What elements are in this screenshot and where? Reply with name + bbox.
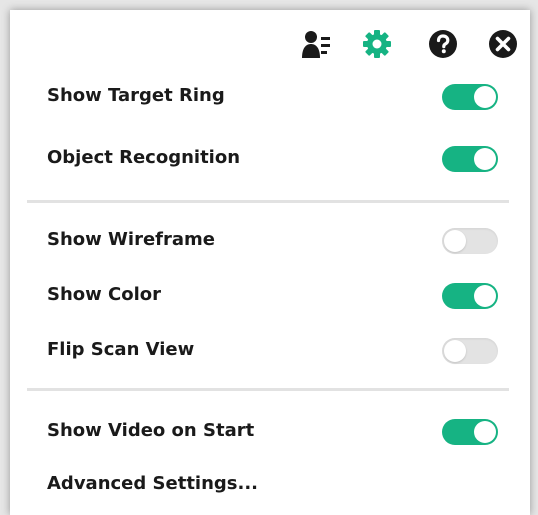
setting-row-show-color: Show Color (47, 275, 498, 315)
toggle-knob (444, 230, 466, 252)
flip-scan-view-label: Flip Scan View (47, 339, 195, 360)
toggle-knob (474, 148, 496, 170)
show-wireframe-toggle[interactable] (442, 228, 498, 254)
setting-row-flip-scan-view: Flip Scan View (47, 330, 498, 370)
setting-row-show-target-ring: Show Target Ring (47, 76, 498, 116)
show-video-on-start-label: Show Video on Start (47, 420, 255, 441)
toolbar (290, 26, 530, 62)
help-icon[interactable] (425, 26, 461, 62)
show-color-label: Show Color (47, 284, 162, 305)
show-target-ring-label: Show Target Ring (47, 85, 225, 106)
show-wireframe-label: Show Wireframe (47, 229, 215, 250)
toggle-knob (474, 86, 496, 108)
window-background: Show Target Ring Object Recognition Show… (0, 0, 538, 515)
setting-row-show-video-on-start: Show Video on Start (47, 411, 498, 451)
setting-row-show-wireframe: Show Wireframe (47, 220, 498, 260)
show-target-ring-toggle[interactable] (442, 84, 498, 110)
toggle-knob (474, 285, 496, 307)
advanced-settings-link[interactable]: Advanced Settings... (47, 464, 258, 504)
flip-scan-view-toggle[interactable] (442, 338, 498, 364)
section-divider (27, 200, 509, 203)
toggle-knob (444, 340, 466, 362)
show-color-toggle[interactable] (442, 283, 498, 309)
setting-row-object-recognition: Object Recognition (47, 138, 498, 178)
settings-gear-icon[interactable] (359, 26, 395, 62)
show-video-on-start-toggle[interactable] (442, 419, 498, 445)
section-divider (27, 388, 509, 391)
setting-row-advanced-settings: Advanced Settings... (47, 464, 498, 504)
close-icon[interactable] (485, 26, 521, 62)
settings-panel: Show Target Ring Object Recognition Show… (10, 10, 530, 515)
profile-list-icon[interactable] (298, 26, 334, 62)
object-recognition-toggle[interactable] (442, 146, 498, 172)
toggle-knob (474, 421, 496, 443)
object-recognition-label: Object Recognition (47, 147, 241, 168)
